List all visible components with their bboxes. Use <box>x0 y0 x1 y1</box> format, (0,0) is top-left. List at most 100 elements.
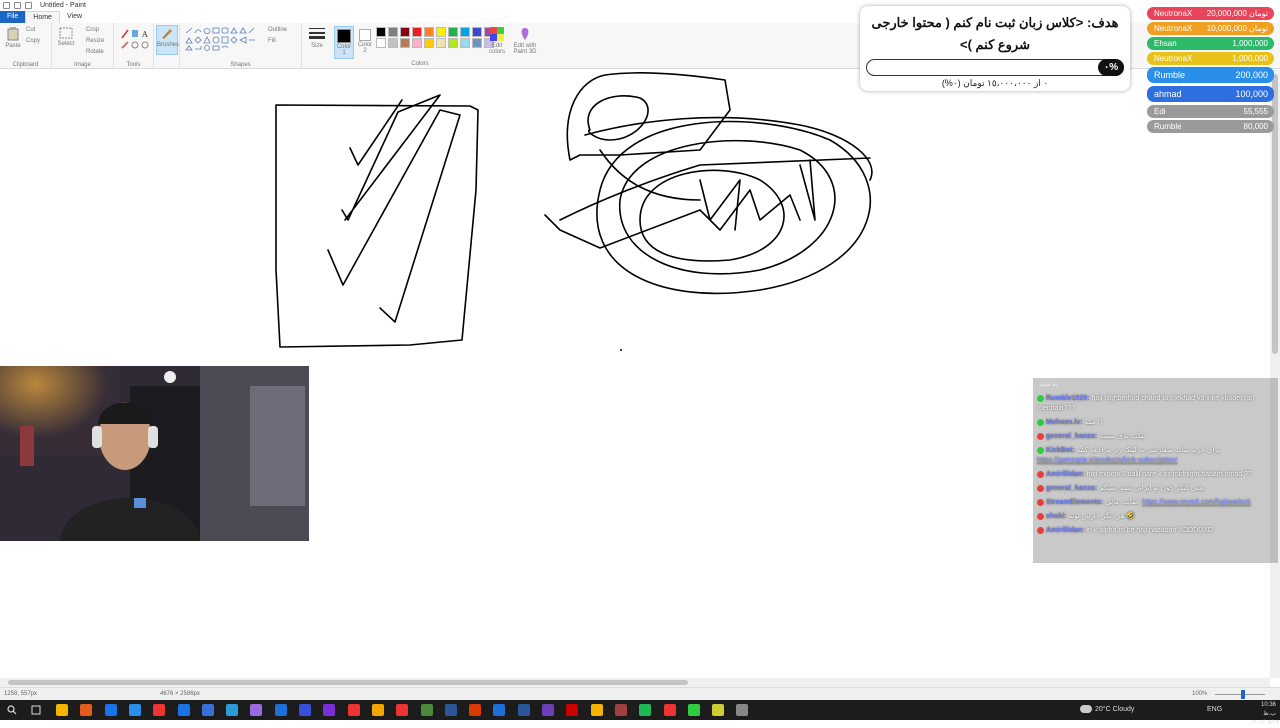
taskbar-app-icon[interactable] <box>371 704 384 716</box>
taskbar-app-icon[interactable] <box>226 704 239 716</box>
chat-link[interactable]: https://www.reymit.com/hajiwarlock <box>1142 499 1251 506</box>
taskbar-app-icon[interactable] <box>566 704 579 716</box>
palette-swatch[interactable] <box>448 27 458 37</box>
palette-swatch[interactable] <box>388 38 398 48</box>
palette-swatch[interactable] <box>400 38 410 48</box>
chat-username[interactable]: Rumble1020: <box>1046 395 1090 402</box>
palette-swatch[interactable] <box>412 38 422 48</box>
color1-button[interactable]: Color 1 <box>334 26 354 59</box>
taskbar-app-icon[interactable] <box>347 704 360 716</box>
chat-username[interactable]: Amirillidan: <box>1046 471 1085 478</box>
tab-home[interactable]: Home <box>25 11 60 23</box>
tab-view[interactable]: View <box>60 11 89 23</box>
taskbar-app-icon[interactable] <box>590 704 603 716</box>
language-indicator[interactable]: ENG <box>1207 700 1222 720</box>
palette-swatch[interactable] <box>424 38 434 48</box>
chat-text: haji midoni 1 dalil dare k az midnight b… <box>1086 471 1252 478</box>
shapes-icons[interactable] <box>184 27 258 53</box>
task-view-icon[interactable] <box>31 705 41 715</box>
taskbar-app-icon[interactable] <box>663 704 676 716</box>
taskbar-app-icon[interactable] <box>104 704 117 716</box>
taskbar-app-icon[interactable] <box>56 704 68 716</box>
edit-colors-button[interactable]: Edit colors <box>486 27 508 55</box>
taskbar-app-icon[interactable] <box>517 704 530 716</box>
select-icon <box>59 27 73 39</box>
taskbar-app-icon[interactable] <box>177 704 190 716</box>
palette-swatch[interactable] <box>376 27 386 37</box>
chat-username[interactable]: StreamElements: <box>1046 499 1103 506</box>
taskbar-app-icon[interactable] <box>128 704 141 716</box>
clock[interactable]: 10:36 ب.ظ ۱۴۰۲/۰۷/۲۳ <box>1250 701 1279 726</box>
chat-username[interactable]: shoki: <box>1046 513 1067 520</box>
resize-button[interactable]: Resize <box>86 38 104 44</box>
palette-swatch[interactable] <box>436 27 446 37</box>
palette-swatch[interactable] <box>472 38 482 48</box>
zoom-slider-thumb[interactable] <box>1241 690 1245 699</box>
chat-text: نیکت بدی بسینه <box>1099 433 1146 440</box>
chat-username[interactable]: Mohsen.lv: <box>1046 419 1083 426</box>
taskbar-app-icon[interactable] <box>323 704 336 716</box>
search-icon[interactable] <box>7 705 17 715</box>
outline-dropdown[interactable]: Outline <box>268 27 287 33</box>
chat-message: Amirillidan: haji midoni 1 dalil dare k … <box>1037 470 1274 480</box>
crop-button[interactable]: Crop <box>86 27 99 33</box>
size-button[interactable]: Size <box>308 27 326 49</box>
window-title: Untitled - Paint <box>40 2 86 9</box>
color2-button[interactable]: Color 2 <box>356 26 374 54</box>
vertical-scrollbar[interactable] <box>1270 70 1280 678</box>
size-icon <box>309 28 325 39</box>
weather-widget[interactable]: 20°C Cloudy <box>1080 700 1134 720</box>
rotate-button[interactable]: Rotate <box>86 49 104 55</box>
redo-icon[interactable] <box>25 2 32 9</box>
goal-title: هدف: <کلاس زبان ثبت نام کنم ( محتوا خارج… <box>871 15 1119 52</box>
undo-icon[interactable] <box>14 2 21 9</box>
select-button[interactable]: Select <box>56 27 76 47</box>
taskbar-app-icon[interactable] <box>444 704 457 716</box>
tab-file[interactable]: File <box>0 11 26 23</box>
edit-paint3d-button[interactable]: Edit with Paint 3D <box>512 27 538 55</box>
palette-swatch[interactable] <box>472 27 482 37</box>
taskbar-app-icon[interactable] <box>493 704 506 716</box>
palette-swatch[interactable] <box>448 38 458 48</box>
horizontal-scroll-thumb[interactable] <box>8 680 688 685</box>
color2-swatch <box>359 29 371 41</box>
chat-username[interactable]: general_hanzo: <box>1046 433 1097 440</box>
taskbar-app-icon[interactable] <box>614 704 627 716</box>
palette-swatch[interactable] <box>376 38 386 48</box>
palette-swatch[interactable] <box>400 27 410 37</box>
cut-button[interactable]: Cut <box>26 27 35 33</box>
copy-button[interactable]: Copy <box>26 38 40 44</box>
tools-icons[interactable]: A <box>120 28 150 52</box>
save-icon[interactable] <box>3 2 10 9</box>
taskbar-app-icon[interactable] <box>201 704 214 716</box>
taskbar-app-icon[interactable] <box>299 704 311 716</box>
taskbar-app-icon[interactable] <box>396 704 409 716</box>
palette-swatch[interactable] <box>460 38 470 48</box>
paste-button[interactable]: Paste <box>4 27 22 49</box>
taskbar-app-icon[interactable] <box>250 704 263 716</box>
chat-username[interactable]: general_hanzo: <box>1046 485 1097 492</box>
taskbar-app-icon[interactable] <box>736 704 749 716</box>
taskbar-app-icon[interactable] <box>542 704 554 716</box>
taskbar-app-icon[interactable] <box>274 704 287 716</box>
palette-swatch[interactable] <box>436 38 446 48</box>
taskbar-app-icon[interactable] <box>80 704 93 716</box>
palette-swatch[interactable] <box>388 27 398 37</box>
badge-icon <box>1037 432 1044 440</box>
chat-username[interactable]: Amirillidan: <box>1046 527 1085 534</box>
taskbar-app-icon[interactable] <box>420 704 433 716</box>
fill-dropdown[interactable]: Fill <box>268 38 276 44</box>
taskbar-app-icon[interactable] <box>639 704 652 716</box>
taskbar-app-icon[interactable] <box>153 704 166 716</box>
palette-swatch[interactable] <box>412 27 422 37</box>
palette-swatch[interactable] <box>424 27 434 37</box>
palette-swatch[interactable] <box>460 27 470 37</box>
taskbar-app-icon[interactable] <box>712 704 725 716</box>
taskbar-app-icon[interactable] <box>469 704 482 716</box>
chat-username[interactable]: KickBot: <box>1046 447 1075 454</box>
brushes-button[interactable]: Brushes <box>156 25 179 55</box>
horizontal-scrollbar[interactable] <box>0 678 1270 687</box>
zoom-slider[interactable] <box>1215 694 1265 695</box>
chat-link[interactable]: https://gamegrip.ir/products/kick-subscr… <box>1037 457 1177 464</box>
taskbar-app-icon[interactable] <box>687 704 700 716</box>
